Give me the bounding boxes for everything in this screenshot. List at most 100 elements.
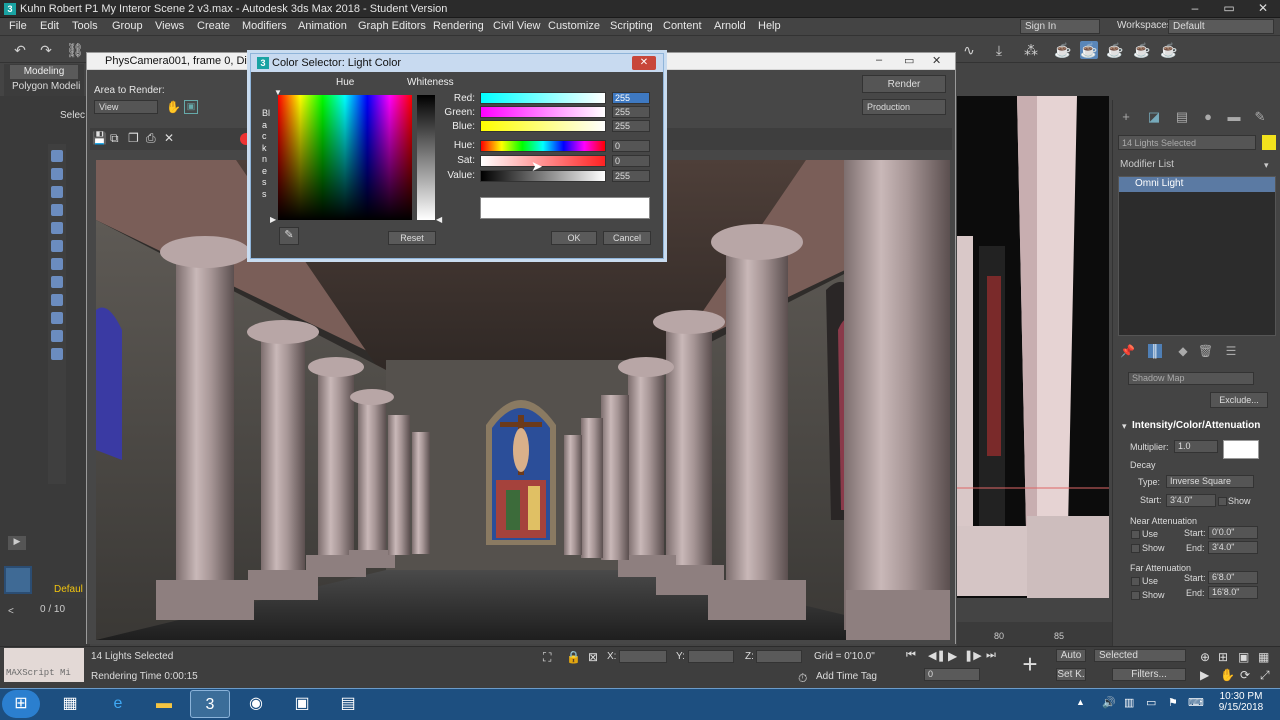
render-production-icon[interactable]: ☕ <box>1106 41 1124 59</box>
goto-start-icon[interactable]: ⏮ <box>906 649 916 662</box>
time-slider-left-icon[interactable]: < <box>8 606 14 617</box>
render-setup-icon[interactable]: ☕ <box>1054 41 1072 59</box>
red-spinner[interactable]: 255 <box>612 92 650 104</box>
filter-shapes-icon[interactable] <box>51 168 63 180</box>
menu-views[interactable]: Views <box>155 20 184 32</box>
play-icon[interactable]: ▶ <box>948 649 957 663</box>
material-editor-icon[interactable]: ⁂ <box>1022 41 1040 59</box>
clear-image-icon[interactable]: ✕ <box>164 131 174 145</box>
decay-type-dropdown[interactable]: Inverse Square <box>1166 475 1254 488</box>
keyboard-icon[interactable]: ⌨ <box>1188 696 1204 709</box>
green-slider[interactable] <box>480 106 606 118</box>
filter-hidden-icon[interactable] <box>51 348 63 360</box>
add-time-tag[interactable]: Add Time Tag <box>816 671 877 682</box>
filter-lights-icon[interactable] <box>51 186 63 198</box>
volume-icon[interactable]: 🔊 <box>1102 696 1116 709</box>
redo-icon[interactable]: ↷ <box>37 41 55 59</box>
menu-arnold[interactable]: Arnold <box>714 20 746 32</box>
absolute-mode-icon[interactable]: ⊠ <box>588 650 598 664</box>
orbit-icon[interactable]: ⟳ <box>1240 668 1250 682</box>
obs-icon[interactable]: ◉ <box>236 690 276 718</box>
close-icon[interactable]: ✕ <box>632 56 656 70</box>
shadow-type-dropdown[interactable]: Shadow Map <box>1128 372 1254 385</box>
rollout-collapse-icon[interactable]: ▾ <box>1122 421 1127 432</box>
green-spinner[interactable]: 255 <box>612 106 650 118</box>
exclude-button[interactable]: Exclude... <box>1210 392 1268 408</box>
near-show-checkbox[interactable] <box>1131 544 1140 553</box>
time-tag-icon[interactable]: ⏱ <box>798 671 807 686</box>
menu-customize[interactable]: Customize <box>548 20 600 32</box>
remove-modifier-icon[interactable]: 🗑 <box>1198 344 1213 358</box>
maximize-viewport-icon[interactable]: ⤢ <box>1260 668 1270 683</box>
whiteness-marker-icon[interactable]: ◀ <box>436 215 442 224</box>
zoom-extents-icon[interactable]: ▣ <box>1238 650 1249 664</box>
filter-containers-icon[interactable] <box>51 312 63 324</box>
sign-in-dropdown[interactable]: Sign In <box>1020 19 1100 34</box>
isolate-icon[interactable]: ⛶ <box>543 650 551 665</box>
auto-region-icon[interactable]: ▣ <box>184 100 198 114</box>
area-to-render-dropdown[interactable]: View <box>94 100 158 114</box>
filter-groups-icon[interactable] <box>51 258 63 270</box>
menu-graph-editors[interactable]: Graph Editors <box>358 20 426 32</box>
render-preset-dropdown[interactable]: Production <box>862 99 946 115</box>
display-tab-icon[interactable]: ▬ <box>1226 109 1242 125</box>
scene-explorer-select[interactable]: Selec <box>60 110 85 121</box>
minimize-button[interactable]: – <box>1178 0 1212 18</box>
curve-editor-icon[interactable]: ∿ <box>960 41 978 59</box>
cancel-button[interactable]: Cancel <box>603 231 651 245</box>
current-frame-field[interactable]: 0 <box>924 668 980 681</box>
filter-geometry-icon[interactable] <box>51 150 63 162</box>
create-tab-icon[interactable]: + <box>1118 109 1134 125</box>
menu-group[interactable]: Group <box>112 20 143 32</box>
link-icon[interactable]: ⛓ <box>66 41 84 59</box>
menu-rendering[interactable]: Rendering <box>433 20 484 32</box>
far-show-checkbox[interactable] <box>1131 591 1140 600</box>
chevron-down-icon[interactable]: ▾ <box>1264 160 1269 171</box>
selection-name-field[interactable]: 14 Lights Selected <box>1118 135 1256 150</box>
filter-xrefs-icon[interactable] <box>51 276 63 288</box>
zoom-extents-all-icon[interactable]: ▦ <box>1258 650 1269 664</box>
far-end-spinner[interactable]: 16'8.0" <box>1208 586 1258 599</box>
goto-end-icon[interactable]: ⏭ <box>986 649 996 662</box>
menu-scripting[interactable]: Scripting <box>610 20 653 32</box>
menu-edit[interactable]: Edit <box>40 20 59 32</box>
render-button[interactable]: Render <box>862 75 946 93</box>
light-color-swatch[interactable] <box>1223 440 1259 459</box>
render-iterative-icon[interactable]: ☕ <box>1133 41 1151 59</box>
viewport-layout-icon[interactable] <box>4 566 32 594</box>
start-button[interactable]: ⊞ <box>2 690 40 718</box>
ok-button[interactable]: OK <box>551 231 597 245</box>
modifier-stack-item[interactable]: Omni Light <box>1119 177 1275 192</box>
show-end-result-icon[interactable]: ║ <box>1148 344 1162 358</box>
red-slider[interactable] <box>480 92 606 104</box>
maximize-button[interactable]: ▭ <box>1212 0 1246 18</box>
sat-slider[interactable] <box>480 155 606 167</box>
edit-region-icon[interactable]: ✋ <box>166 100 181 114</box>
y-coordinate-field[interactable] <box>688 650 734 663</box>
z-coordinate-field[interactable] <box>756 650 802 663</box>
key-filter-dropdown[interactable]: Selected <box>1094 649 1186 662</box>
near-start-spinner[interactable]: 0'0.0" <box>1208 526 1258 539</box>
blue-spinner[interactable]: 255 <box>612 120 650 132</box>
menu-file[interactable]: File <box>9 20 27 32</box>
filter-bones-icon[interactable] <box>51 294 63 306</box>
modifier-list-dropdown[interactable]: Modifier List <box>1118 158 1276 173</box>
remote-desktop-icon[interactable]: ▣ <box>282 690 322 718</box>
auto-key-button[interactable]: Auto <box>1056 649 1086 662</box>
render-online-icon[interactable]: ☕ <box>1160 41 1178 59</box>
set-key-button[interactable]: Set K. <box>1056 668 1086 681</box>
menu-animation[interactable]: Animation <box>298 20 347 32</box>
filters-button[interactable]: Filters... <box>1112 668 1186 681</box>
menu-civil-view[interactable]: Civil View <box>493 20 540 32</box>
rfw-minimize-button[interactable]: – <box>876 54 882 66</box>
menu-create[interactable]: Create <box>197 20 230 32</box>
file-explorer-icon[interactable]: ▬ <box>144 690 184 718</box>
zoom-all-icon[interactable]: ⊞ <box>1218 650 1228 664</box>
rfw-maximize-button[interactable]: ▭ <box>904 54 914 67</box>
key-mode-icon[interactable]: + <box>1014 650 1046 680</box>
print-image-icon[interactable]: ⎙ <box>146 131 156 146</box>
workspace-dropdown[interactable]: Default <box>1168 19 1274 34</box>
internet-explorer-icon[interactable]: e <box>98 690 138 718</box>
layer-default[interactable]: Defaul <box>52 582 88 598</box>
decay-show-checkbox[interactable] <box>1218 497 1227 506</box>
